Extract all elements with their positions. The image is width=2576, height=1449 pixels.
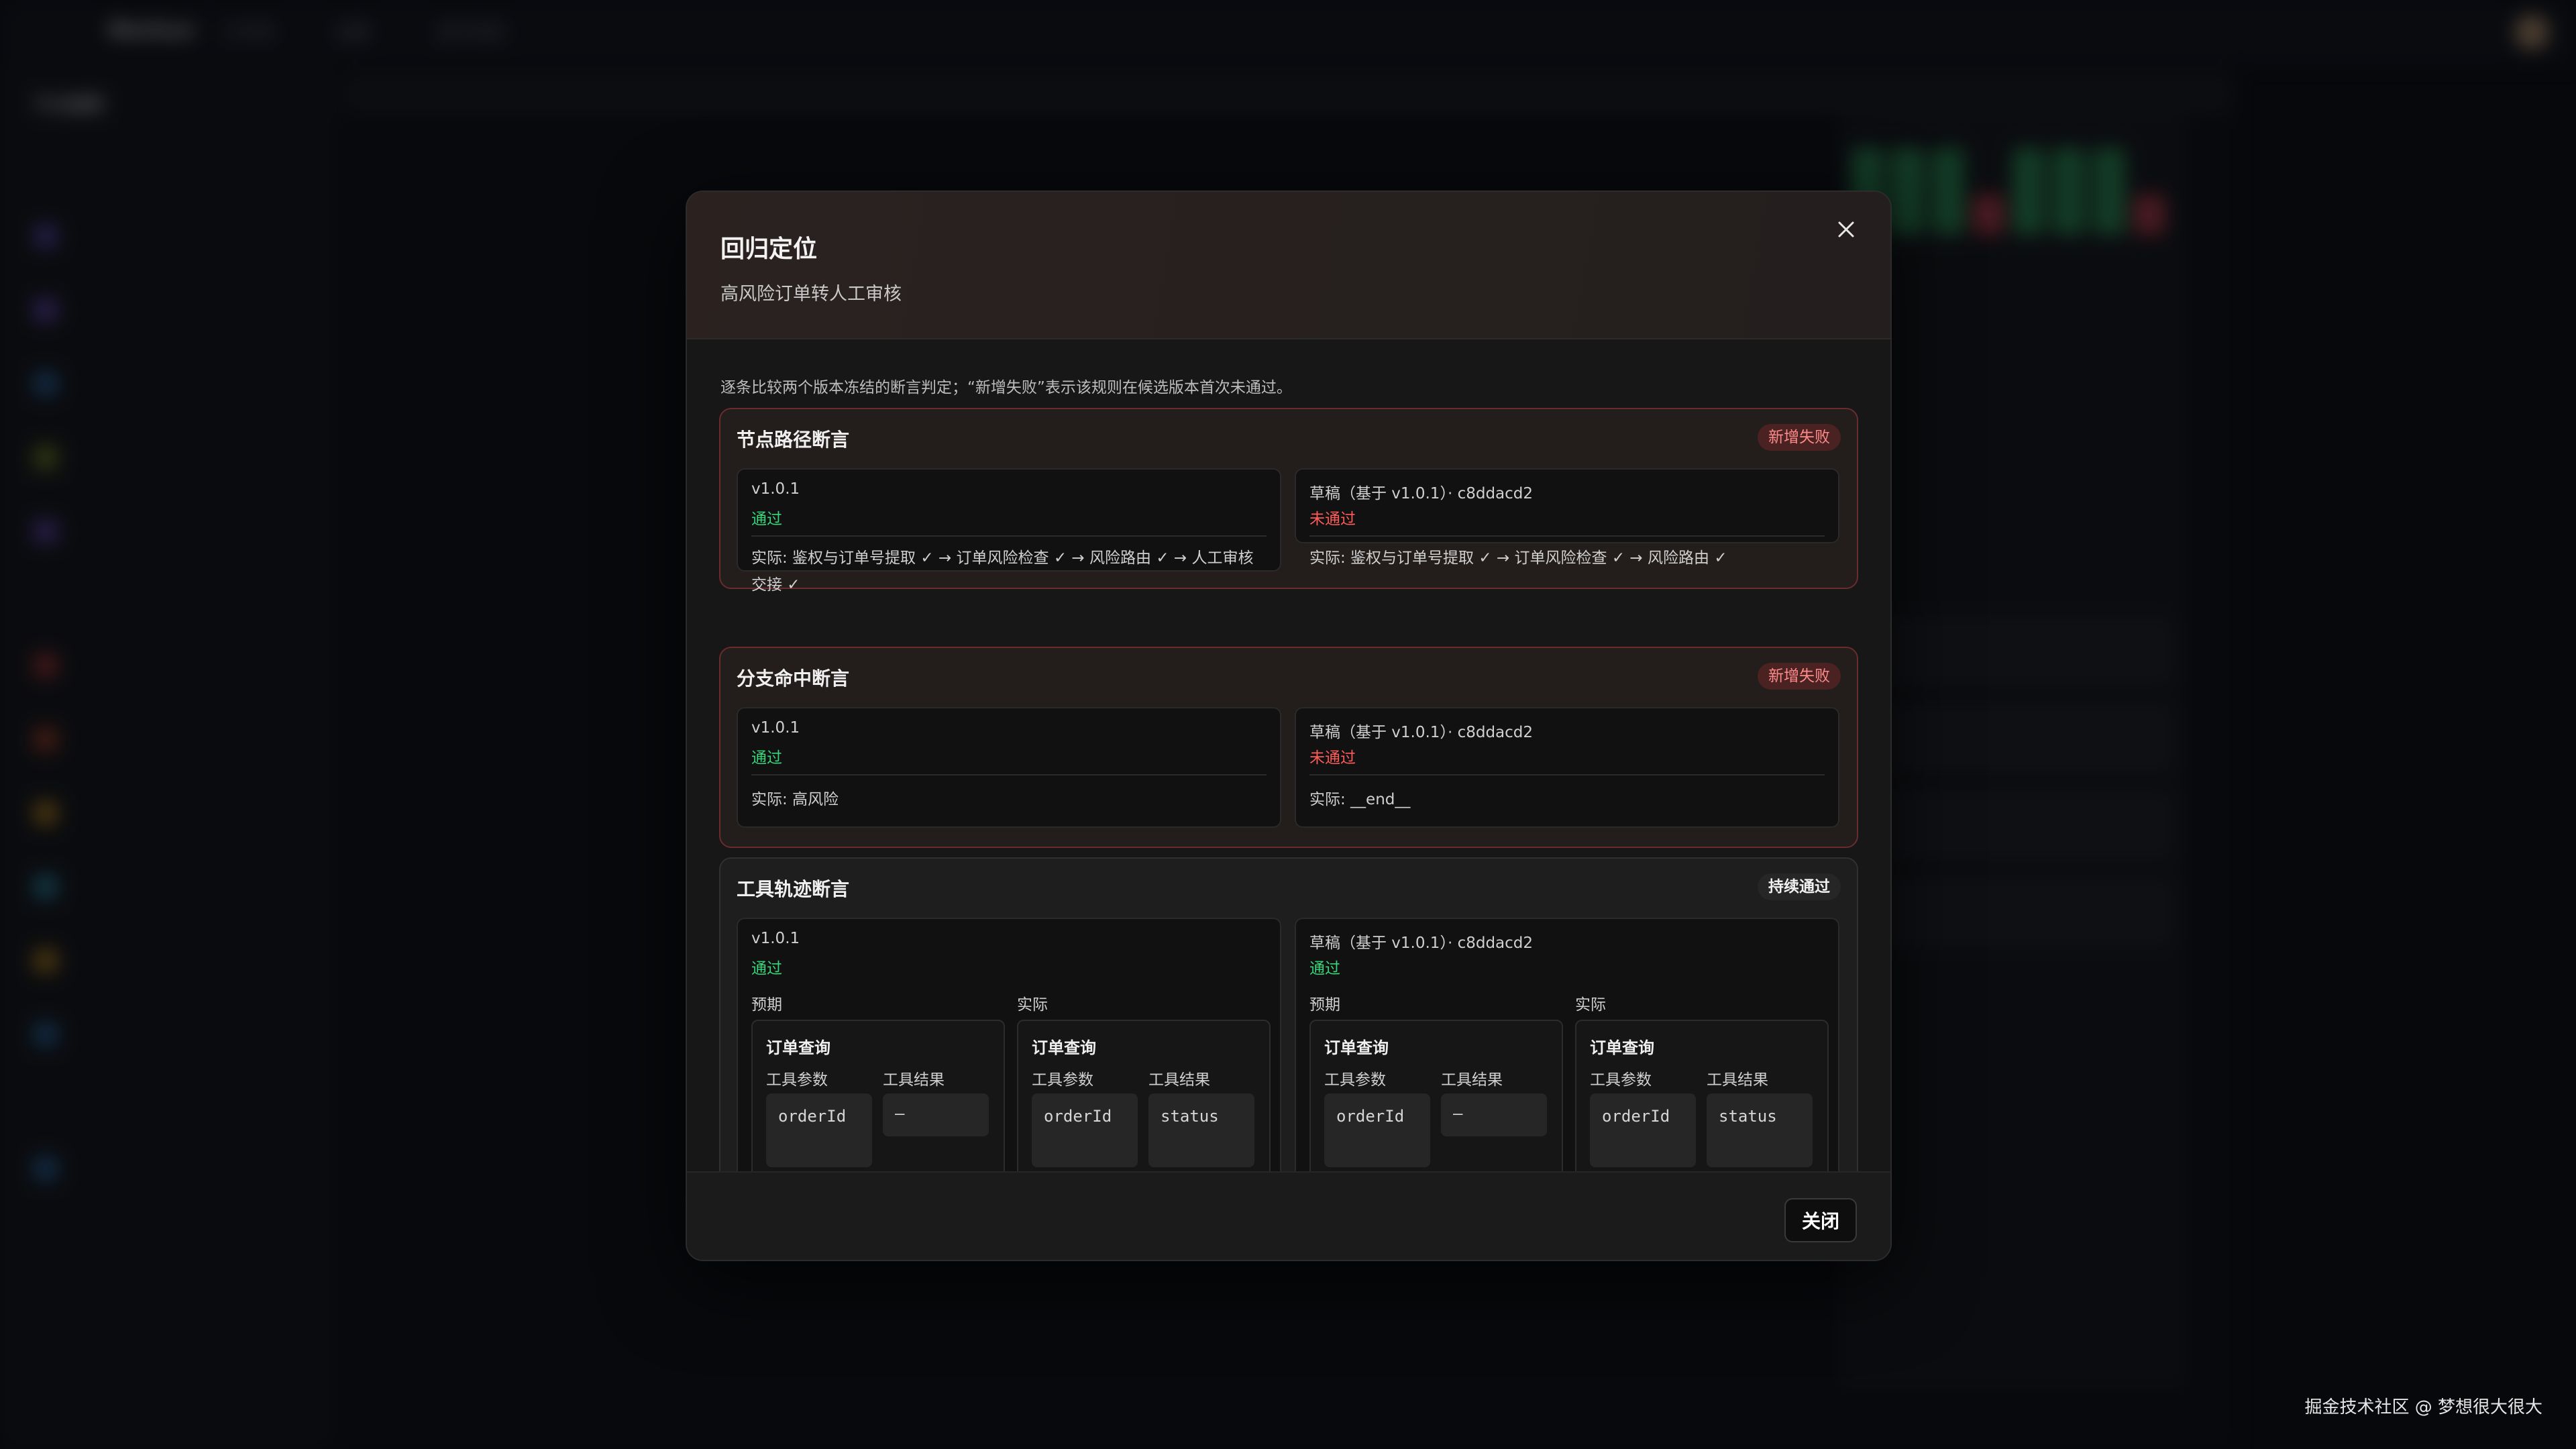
assertion-tool-trace: 工具轨迹断言 持续通过 v1.0.1 通过 预期 实际 订单查询 工具参数 工具… (719, 857, 1858, 1202)
version-label: v1.0.1 (751, 480, 800, 498)
divider (751, 774, 1267, 775)
result-value: — (1441, 1093, 1547, 1136)
candidate-column: 草稿（基于 v1.0.1）· c8ddacd2 未通过 实际: 鉴权与订单号提取… (1295, 468, 1839, 567)
status-badge: 持续通过 (1758, 873, 1841, 900)
result-status: 通过 (751, 960, 782, 977)
close-button[interactable]: 关闭 (1784, 1198, 1857, 1242)
result-status: 未通过 (1309, 511, 1356, 528)
tool-call-card: 订单查询 工具参数 工具结果 orderId — (1309, 1020, 1563, 1197)
tool-name: 订单查询 (1324, 1038, 1389, 1057)
result-header: 工具结果 (1148, 1071, 1210, 1089)
version-label: v1.0.1 (751, 930, 800, 947)
result-header: 工具结果 (1441, 1071, 1503, 1089)
dialog-header: 回归定位 高风险订单转人工审核 (687, 192, 1890, 339)
section-title: 节点路径断言 (737, 429, 850, 451)
divider (751, 535, 1267, 537)
watermark: 掘金技术社区 @ 梦想很大很大 (2304, 1397, 2542, 1417)
intro-text: 逐条比较两个版本冻结的断言判定；“新增失败”表示该规则在候选版本首次未通过。 (720, 379, 1292, 396)
param-value: orderId (1032, 1093, 1138, 1167)
tool-call-card: 订单查询 工具参数 工具结果 orderId status (1017, 1020, 1271, 1197)
result-value: — (883, 1093, 989, 1136)
version-label: 草稿（基于 v1.0.1）· c8ddacd2 (1309, 934, 1534, 952)
tool-name: 订单查询 (1590, 1038, 1654, 1057)
param-header: 工具参数 (1032, 1071, 1093, 1089)
assertion-node-path: 节点路径断言 新增失败 v1.0.1 通过 实际: 鉴权与订单号提取 ✓ → 订… (719, 408, 1858, 594)
actual-value: 实际: 鉴权与订单号提取 ✓ → 订单风险检查 ✓ → 风险路由 ✓ (1309, 549, 1727, 567)
section-title: 分支命中断言 (737, 667, 850, 690)
result-status: 通过 (751, 511, 782, 528)
candidate-column: 草稿（基于 v1.0.1）· c8ddacd2 通过 预期 实际 订单查询 工具… (1295, 918, 1839, 1202)
tool-call-card: 订单查询 工具参数 工具结果 orderId status (1575, 1020, 1829, 1197)
param-header: 工具参数 (766, 1071, 828, 1089)
dialog-title: 回归定位 (720, 235, 818, 263)
param-value: orderId (1324, 1093, 1430, 1167)
version-label: v1.0.1 (751, 719, 800, 737)
version-label: 草稿（基于 v1.0.1）· c8ddacd2 (1309, 724, 1534, 741)
result-status: 通过 (1309, 960, 1340, 977)
dialog-subtitle: 高风险订单转人工审核 (720, 284, 902, 305)
result-header: 工具结果 (883, 1071, 945, 1089)
baseline-column: v1.0.1 通过 预期 实际 订单查询 工具参数 工具结果 orderId —… (737, 918, 1281, 1202)
result-value: status (1148, 1093, 1254, 1167)
tool-name: 订单查询 (766, 1038, 830, 1057)
assertion-branch-hit: 分支命中断言 新增失败 v1.0.1 通过 实际: 高风险 草稿（基于 v1.0… (719, 647, 1858, 848)
baseline-column: v1.0.1 通过 实际: 鉴权与订单号提取 ✓ → 订单风险检查 ✓ → 风险… (737, 468, 1281, 594)
status-badge: 新增失败 (1758, 663, 1841, 690)
actual-label: 实际 (1575, 996, 1606, 1014)
result-header: 工具结果 (1707, 1071, 1768, 1089)
divider (1309, 774, 1825, 775)
tool-call-card: 订单查询 工具参数 工具结果 orderId — (751, 1020, 1005, 1197)
close-icon[interactable] (1827, 211, 1865, 248)
param-header: 工具参数 (1324, 1071, 1386, 1089)
status-badge: 新增失败 (1758, 424, 1841, 451)
actual-label: 实际 (1017, 996, 1048, 1014)
actual-value: 实际: __end__ (1309, 791, 1411, 808)
expected-label: 预期 (1309, 996, 1340, 1014)
regression-dialog: 回归定位 高风险订单转人工审核 逐条比较两个版本冻结的断言判定；“新增失败”表示… (686, 191, 1892, 1261)
expected-label: 预期 (751, 996, 782, 1014)
candidate-column: 草稿（基于 v1.0.1）· c8ddacd2 未通过 实际: __end__ (1295, 707, 1839, 828)
param-value: orderId (766, 1093, 872, 1167)
divider (1309, 535, 1825, 537)
result-value: status (1707, 1093, 1813, 1167)
result-status: 通过 (751, 749, 782, 767)
section-title: 工具轨迹断言 (737, 878, 850, 900)
tool-name: 订单查询 (1032, 1038, 1096, 1057)
dialog-footer: 关闭 (687, 1171, 1890, 1260)
baseline-column: v1.0.1 通过 实际: 高风险 (737, 707, 1281, 828)
result-status: 未通过 (1309, 749, 1356, 767)
param-header: 工具参数 (1590, 1071, 1652, 1089)
actual-value: 实际: 鉴权与订单号提取 ✓ → 订单风险检查 ✓ → 风险路由 ✓ → 人工审… (751, 549, 1254, 594)
param-value: orderId (1590, 1093, 1696, 1167)
actual-value: 实际: 高风险 (751, 791, 839, 808)
version-label: 草稿（基于 v1.0.1）· c8ddacd2 (1309, 485, 1534, 502)
